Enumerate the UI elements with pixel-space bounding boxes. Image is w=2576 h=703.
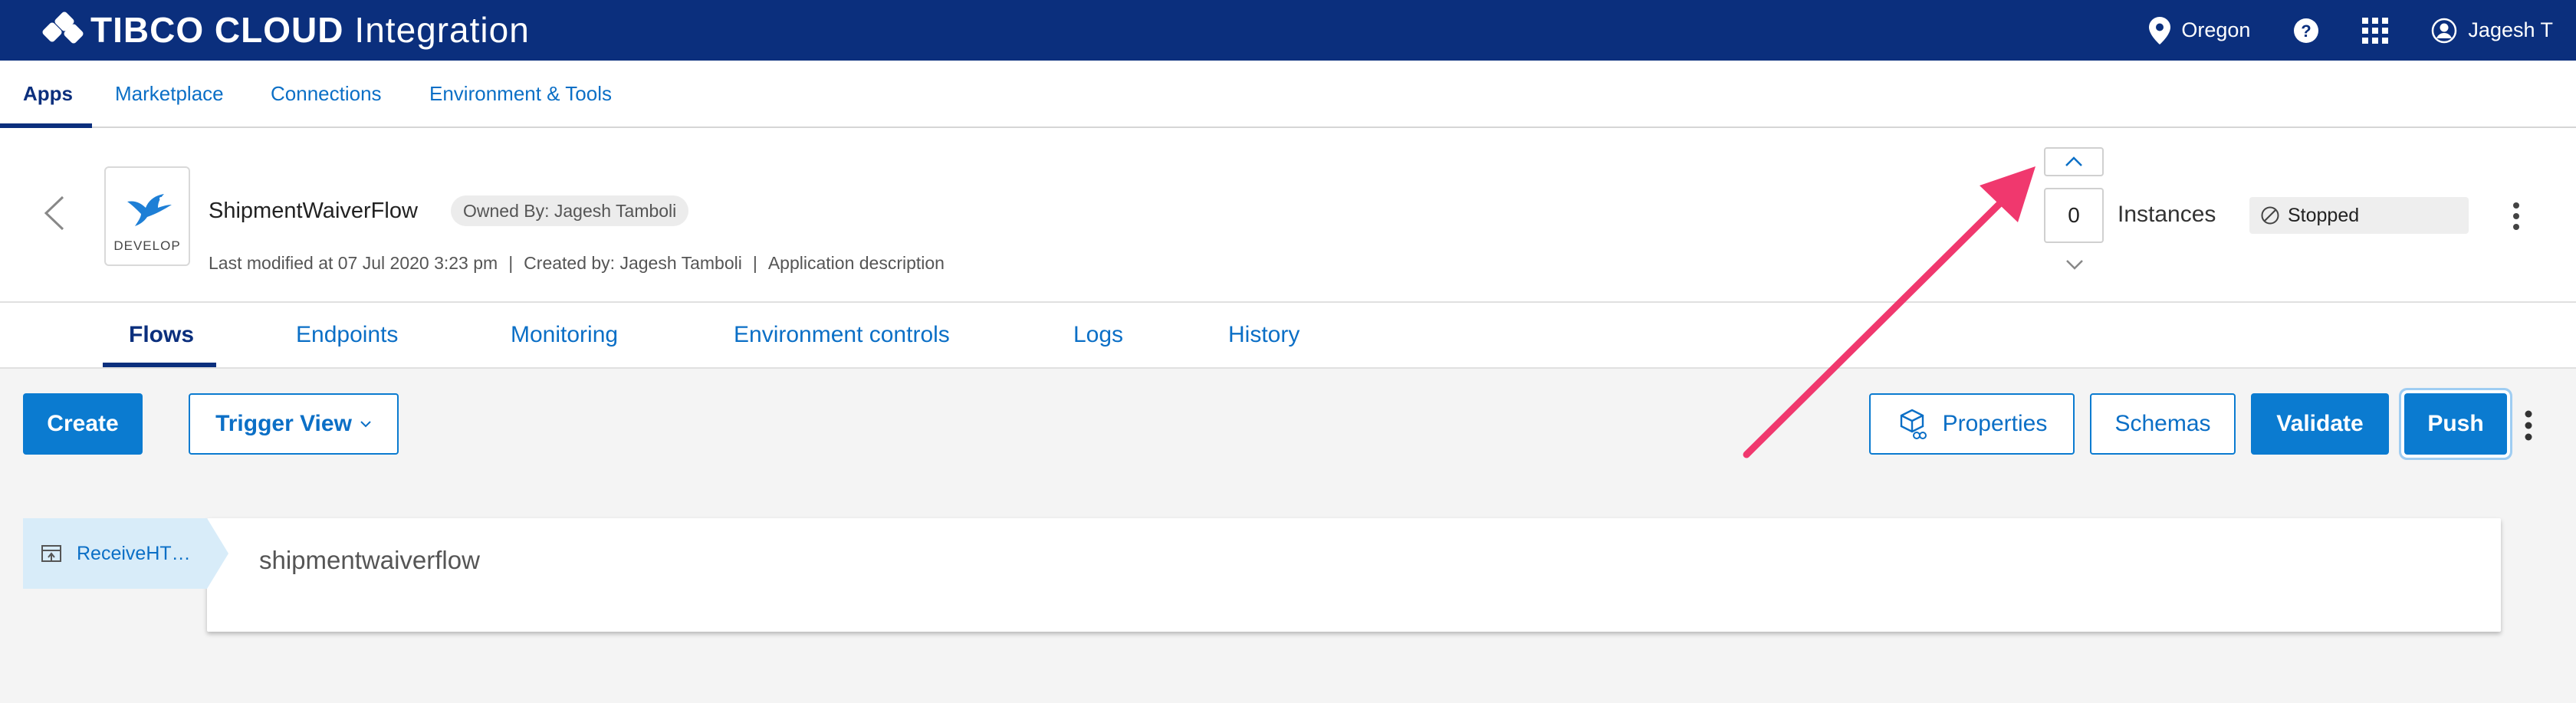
tab-environment-controls[interactable]: Environment controls — [734, 303, 950, 367]
decrement-instances-button[interactable] — [2059, 253, 2090, 276]
nav-environment-tools-label: Environment & Tools — [429, 81, 612, 105]
status-label: Stopped — [2288, 204, 2360, 226]
tab-monitoring[interactable]: Monitoring — [511, 303, 618, 367]
tab-history-label: History — [1228, 322, 1300, 347]
nav-connections-label: Connections — [271, 81, 382, 105]
brand-sub-text: Integration — [354, 10, 530, 50]
push-label: Push — [2427, 411, 2484, 436]
app-grid-icon — [2362, 17, 2389, 44]
help-icon: ? — [2294, 18, 2319, 43]
owner-label: Owned By: Jagesh Tamboli — [463, 200, 677, 221]
properties-label: Properties — [1942, 411, 2048, 436]
nav-apps-label: Apps — [23, 81, 73, 105]
flow-name[interactable]: shipmentwaiverflow — [259, 546, 480, 575]
nav-environment-tools[interactable]: Environment & Tools — [429, 61, 612, 126]
app-tabs: Flows Endpoints Monitoring Environment c… — [0, 303, 2576, 369]
properties-icon — [1900, 409, 1927, 439]
instances-value: 0 — [2068, 203, 2080, 227]
tibco-logo-icon — [34, 10, 87, 49]
app-name: ShipmentWaiverFlow — [209, 199, 418, 223]
chevron-up-icon — [2065, 156, 2082, 166]
hummingbird-icon — [127, 194, 172, 226]
nav-connections[interactable]: Connections — [271, 61, 382, 126]
trigger-view-dropdown[interactable]: Trigger View — [189, 393, 399, 455]
instances-label: Instances — [2118, 202, 2216, 227]
toolbar-more-options-icon[interactable] — [2519, 409, 2538, 442]
user-name: Jagesh T — [2468, 18, 2553, 41]
tab-history[interactable]: History — [1228, 303, 1300, 367]
app-switcher-button[interactable] — [2362, 17, 2389, 44]
tab-monitoring-label: Monitoring — [511, 322, 619, 347]
created-by: Created by: Jagesh Tamboli — [524, 253, 742, 273]
app-tile-label: DEVELOP — [113, 238, 181, 253]
create-label: Create — [47, 411, 119, 436]
properties-button[interactable]: Properties — [1869, 393, 2075, 455]
user-menu[interactable]: Jagesh T — [2431, 18, 2553, 44]
region-label: Oregon — [2181, 18, 2251, 41]
tab-active-indicator — [103, 363, 216, 367]
app-metadata: Last modified at 07 Jul 2020 3:23 pm | Cre… — [209, 253, 945, 274]
app-tile: DEVELOP — [104, 166, 190, 266]
trigger-view-label: Trigger View — [215, 411, 352, 436]
brand-title: TIBCO CLOUD Integration — [90, 9, 530, 51]
schemas-button[interactable]: Schemas — [2090, 393, 2236, 455]
last-modified: Last modified at 07 Jul 2020 3:23 pm — [209, 253, 498, 273]
flow-trigger[interactable]: ReceiveHT… — [23, 518, 228, 589]
tab-endpoints-label: Endpoints — [296, 322, 399, 347]
trigger-label: ReceiveHT… — [77, 542, 191, 564]
flow-card[interactable]: shipmentwaiverflow — [207, 518, 2501, 632]
nav-marketplace[interactable]: Marketplace — [115, 61, 224, 126]
svg-text:?: ? — [2302, 21, 2312, 41]
main-nav: Apps Marketplace Connections Environment… — [0, 61, 2576, 128]
validate-button[interactable]: Validate — [2251, 393, 2389, 455]
meta-separator: | — [508, 253, 514, 273]
region-selector[interactable]: Oregon — [2149, 16, 2251, 44]
location-pin-icon — [2149, 16, 2171, 44]
tab-flows[interactable]: Flows — [129, 303, 194, 367]
stopped-icon — [2261, 206, 2279, 225]
owner-badge: Owned By: Jagesh Tamboli — [451, 195, 689, 226]
app-description-link[interactable]: Application description — [768, 253, 945, 273]
schemas-label: Schemas — [2114, 411, 2211, 436]
push-button[interactable]: Push — [2404, 393, 2507, 455]
tab-endpoints[interactable]: Endpoints — [296, 303, 398, 367]
tab-logs-label: Logs — [1073, 322, 1124, 347]
app-more-options-icon[interactable] — [2507, 201, 2525, 232]
nav-marketplace-label: Marketplace — [115, 81, 224, 105]
nav-apps[interactable]: Apps — [23, 61, 73, 126]
instances-count-input[interactable]: 0 — [2044, 188, 2104, 243]
back-chevron-icon[interactable] — [40, 194, 71, 232]
validate-label: Validate — [2276, 411, 2364, 436]
receive-http-trigger-icon — [41, 545, 61, 562]
user-icon — [2432, 18, 2457, 43]
brand-main-text: TIBCO CLOUD — [90, 10, 344, 50]
create-button[interactable]: Create — [23, 393, 143, 455]
tab-environment-controls-label: Environment controls — [734, 322, 950, 347]
tab-flows-label: Flows — [129, 322, 195, 347]
tab-logs[interactable]: Logs — [1073, 303, 1123, 367]
status-badge: Stopped — [2249, 197, 2469, 234]
help-button[interactable]: ? — [2293, 18, 2319, 44]
brand-logo[interactable]: TIBCO CLOUD Integration — [34, 8, 530, 52]
chevron-down-icon — [2066, 260, 2083, 270]
top-header: TIBCO CLOUD Integration Oregon ? Jagesh T — [0, 0, 2576, 61]
increment-instances-button[interactable] — [2044, 147, 2104, 176]
meta-separator: | — [752, 253, 757, 273]
chevron-down-icon — [360, 421, 371, 428]
